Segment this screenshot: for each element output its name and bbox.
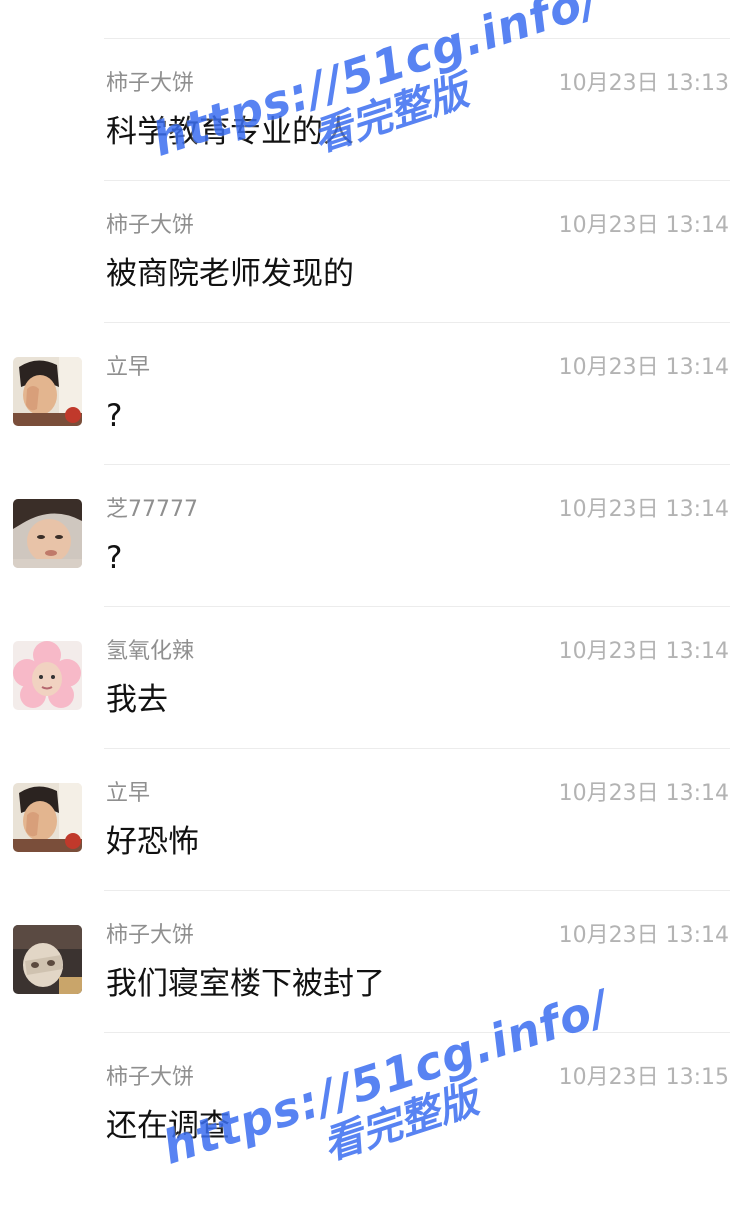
chat-message[interactable]: 芝77777 10月23日 13:14 ? — [0, 465, 750, 607]
chat-message[interactable]: 柿子大饼 10月23日 13:13 科学教育专业的人 — [0, 39, 750, 181]
avatar[interactable] — [13, 783, 82, 852]
flower-avatar-image — [13, 641, 82, 710]
avatar[interactable] — [13, 925, 82, 994]
message-timestamp: 10月23日 13:15 — [558, 1065, 729, 1090]
message-timestamp: 10月23日 13:14 — [558, 355, 729, 380]
message-timestamp: 10月23日 13:14 — [558, 497, 729, 522]
shizi-avatar-image — [13, 925, 82, 994]
sender-name[interactable]: 柿子大饼 — [106, 1063, 194, 1093]
message-timestamp: 10月23日 13:13 — [558, 71, 729, 96]
sender-name[interactable]: 芝77777 — [106, 495, 198, 525]
lizao-avatar-image — [13, 783, 82, 852]
chat-message[interactable]: 柿子大饼 10月23日 13:14 我们寝室楼下被封了 — [0, 891, 750, 1033]
lizao-avatar-image — [13, 357, 82, 426]
chat-message[interactable]: 立早 10月23日 13:14 好恐怖 — [0, 749, 750, 891]
avatar[interactable] — [13, 641, 82, 710]
sender-name[interactable]: 柿子大饼 — [106, 69, 194, 99]
sender-name[interactable]: 柿子大饼 — [106, 211, 194, 241]
message-text[interactable]: 我去 — [106, 679, 168, 721]
sender-name[interactable]: 氢氧化辣 — [106, 637, 194, 667]
message-timestamp: 10月23日 13:14 — [558, 639, 729, 664]
message-text[interactable]: 被商院老师发现的 — [106, 253, 354, 295]
sender-name[interactable]: 立早 — [106, 353, 150, 383]
message-text[interactable]: ? — [106, 537, 122, 579]
zhi-avatar-image — [13, 499, 82, 568]
chat-message[interactable]: 柿子大饼 10月23日 13:14 被商院老师发现的 — [0, 181, 750, 323]
sender-name[interactable]: 立早 — [106, 779, 150, 809]
message-text[interactable]: 科学教育专业的人 — [106, 111, 354, 153]
chat-message-list: 柿子大饼 10月23日 13:13 科学教育专业的人 柿子大饼 10月23日 1… — [0, 39, 750, 1175]
message-timestamp: 10月23日 13:14 — [558, 781, 729, 806]
message-timestamp: 10月23日 13:14 — [558, 213, 729, 238]
chat-message[interactable]: 立早 10月23日 13:14 ? — [0, 323, 750, 465]
chat-message[interactable]: 柿子大饼 10月23日 13:15 还在调查 — [0, 1033, 750, 1175]
chat-message[interactable]: 氢氧化辣 10月23日 13:14 我去 — [0, 607, 750, 749]
message-text[interactable]: ? — [106, 395, 122, 437]
message-text[interactable]: 我们寝室楼下被封了 — [106, 963, 385, 1005]
message-text[interactable]: 还在调查 — [106, 1105, 230, 1147]
avatar[interactable] — [13, 357, 82, 426]
message-text[interactable]: 好恐怖 — [106, 821, 199, 863]
sender-name[interactable]: 柿子大饼 — [106, 921, 194, 951]
avatar[interactable] — [13, 499, 82, 568]
message-timestamp: 10月23日 13:14 — [558, 923, 729, 948]
